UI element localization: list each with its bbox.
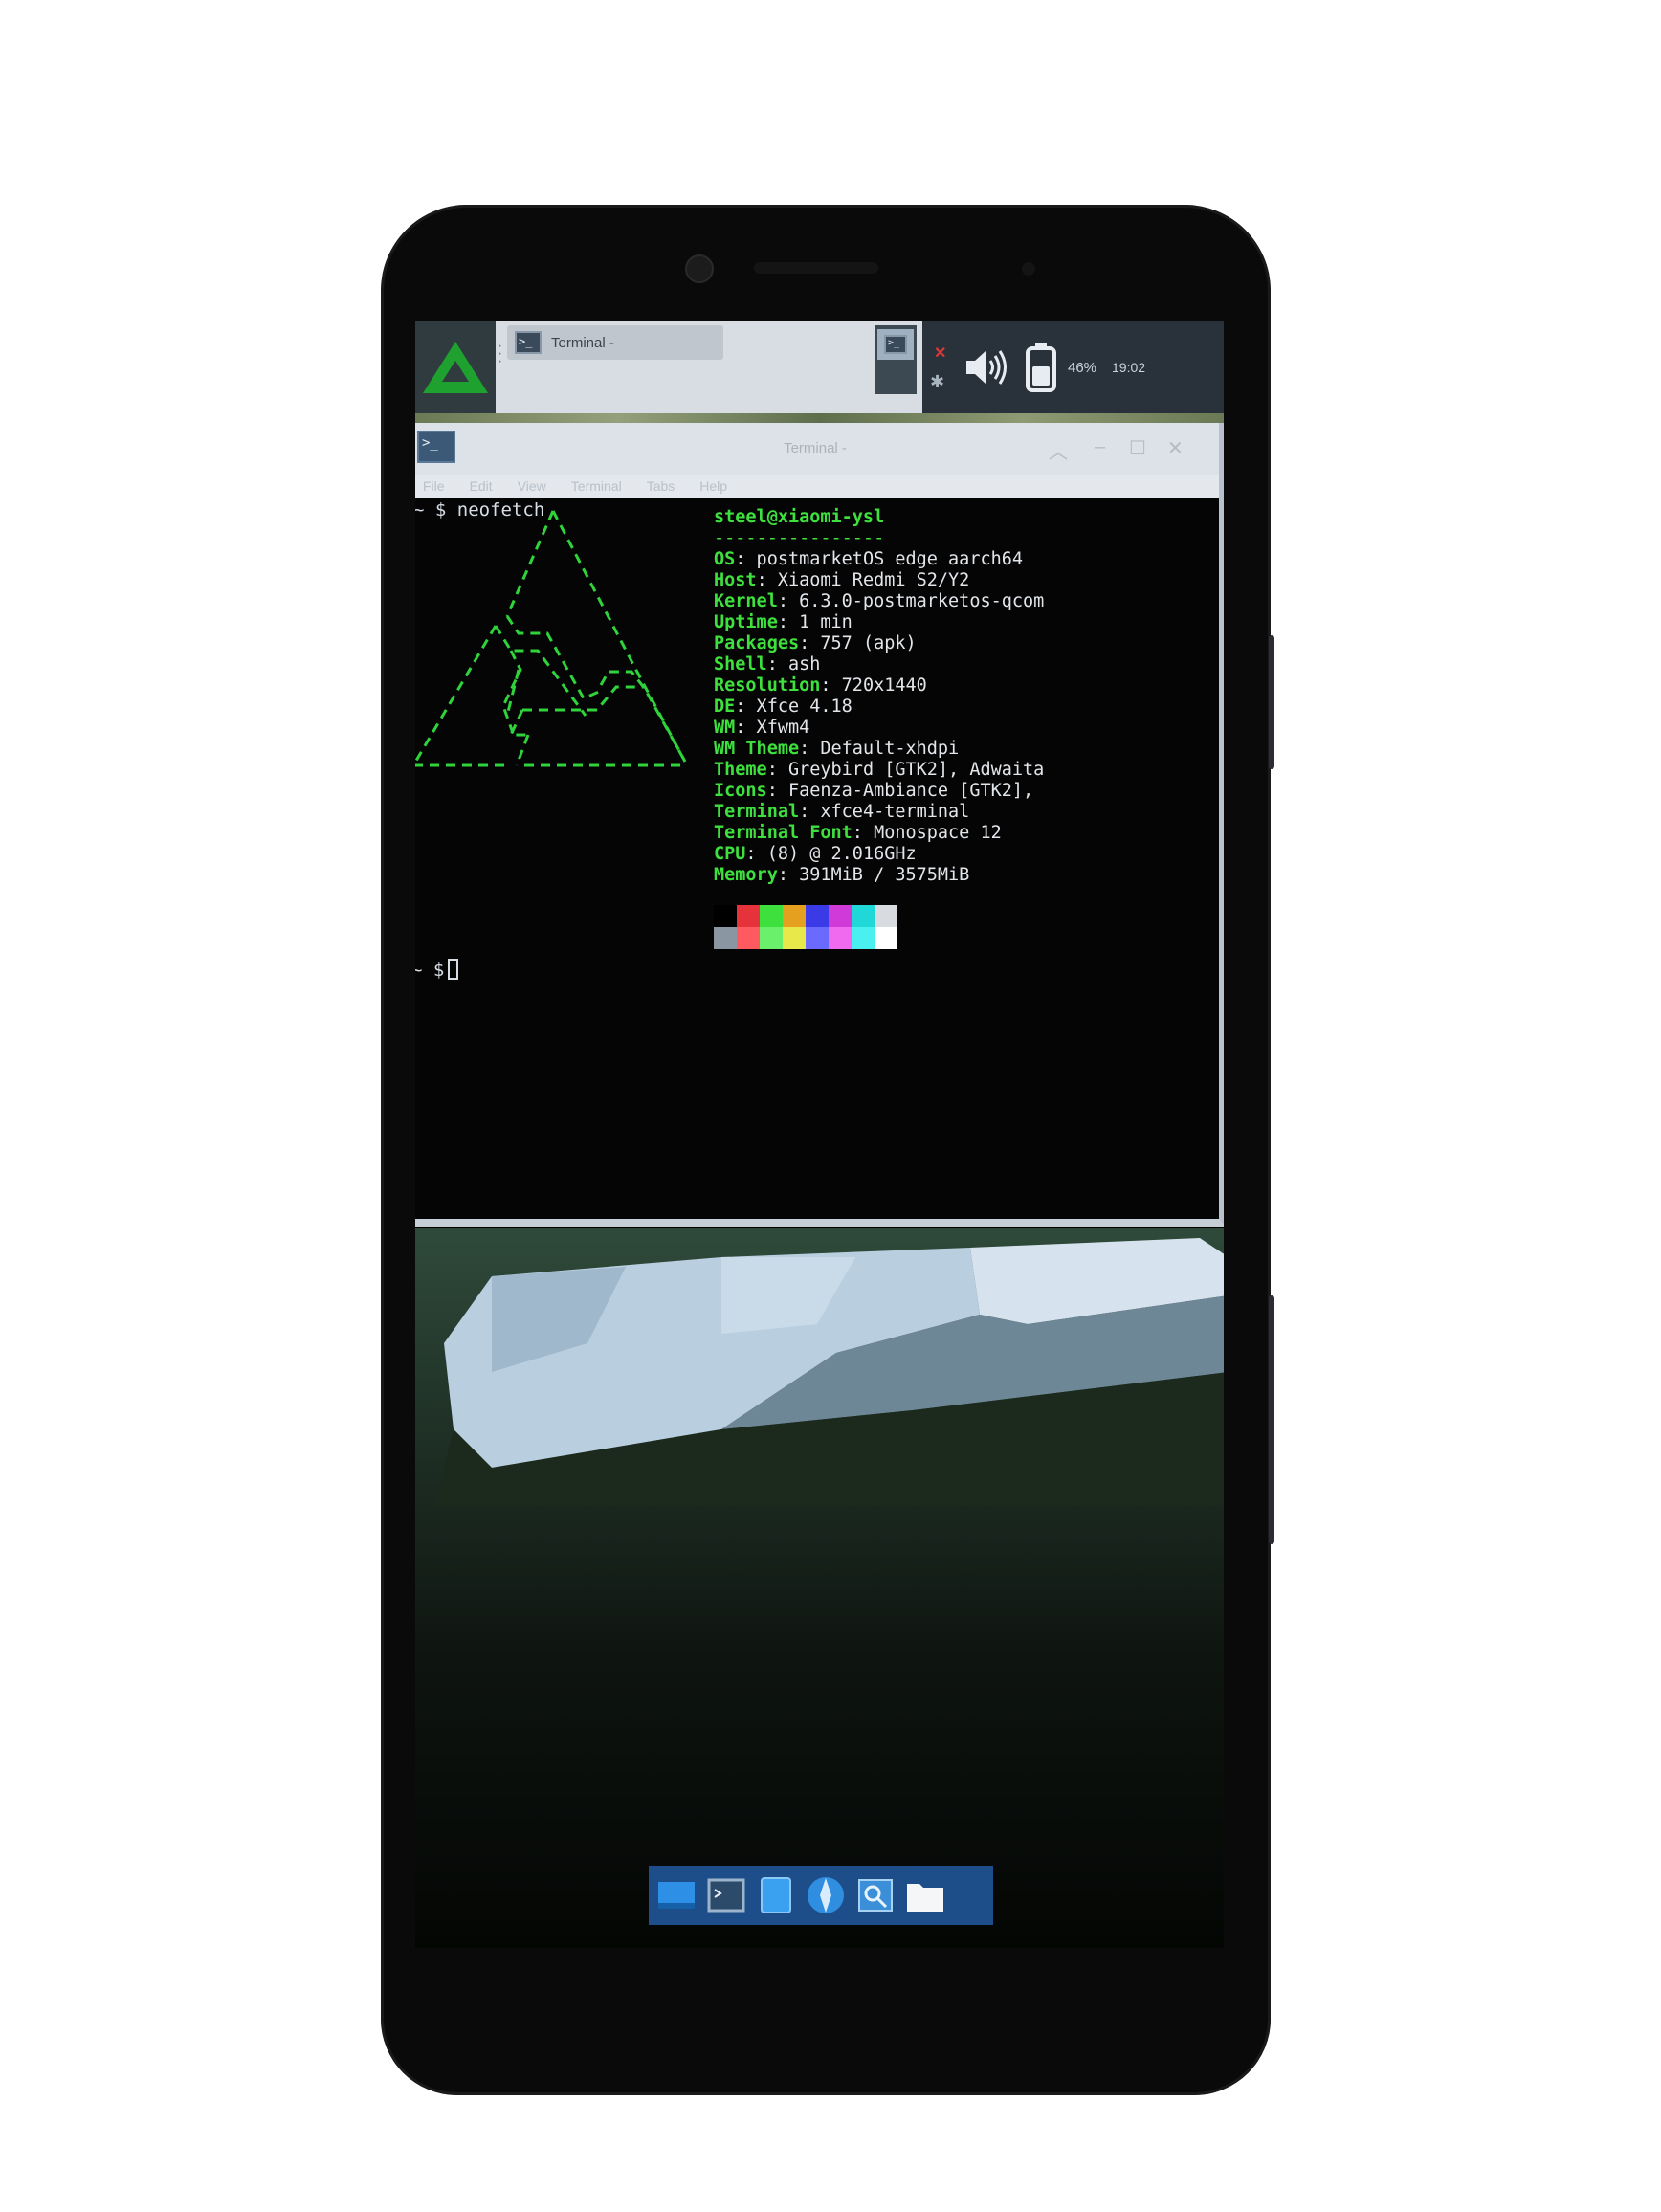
text-cursor (448, 959, 459, 980)
network-offline-icon[interactable]: ✕ ✱ (922, 334, 957, 401)
command-line: ~ $ (415, 959, 459, 981)
files-launcher[interactable] (754, 1873, 798, 1917)
palette-swatch (760, 905, 783, 927)
info-icons: Icons: Faenza-Ambiance [GTK2], (714, 781, 1034, 801)
info-host: Host: Xiaomi Redmi S2/Y2 (714, 570, 970, 590)
minimize-button[interactable]: – (1095, 436, 1105, 458)
menu-tabs[interactable]: Tabs (635, 475, 689, 498)
palette-swatch (783, 905, 806, 927)
info-packages: Packages: 757 (apk) (714, 633, 917, 653)
terminal-icon: >_ (884, 335, 907, 354)
terminal-window: >_ Terminal - ︿ – ☐ ✕ File Edit View Ter… (415, 423, 1224, 1227)
menu-view[interactable]: View (506, 475, 560, 498)
palette-swatch (737, 905, 760, 927)
menu-help[interactable]: Help (688, 475, 741, 498)
info-os: OS: postmarketOS edge aarch64 (714, 549, 1024, 569)
close-button[interactable]: ✕ (1167, 436, 1184, 460)
panel-grip[interactable]: · · · (498, 339, 503, 388)
palette-swatch (806, 927, 829, 949)
palette-swatch (806, 905, 829, 927)
volume-icon[interactable] (957, 339, 1014, 396)
palette-swatch (714, 905, 737, 927)
menubar: File Edit View Terminal Tabs Help (415, 475, 1219, 498)
window-titlebar[interactable]: >_ Terminal - ︿ – ☐ ✕ (415, 423, 1219, 475)
info-memory: Memory: 391MiB / 3575MiB (714, 865, 970, 885)
palette-swatch (875, 927, 897, 949)
palette-swatch (875, 905, 897, 927)
top-panel: · · · >_ Terminal - >_ ✕ ✱ 46% 19:02 (415, 321, 1224, 413)
terminal-icon (707, 1878, 745, 1913)
bluetooth-icon[interactable]: ✱ (930, 372, 944, 392)
maximize-button[interactable]: ☐ (1129, 436, 1146, 460)
battery-percentage: 46% (1068, 359, 1097, 376)
dock-panel (649, 1866, 993, 1925)
palette-swatch (737, 927, 760, 949)
show-desktop-button[interactable] (654, 1873, 698, 1917)
proximity-sensor (1022, 262, 1035, 276)
user-host: steel@xiaomi-ysl (714, 507, 885, 527)
desktop-wallpaper (415, 1228, 1224, 1948)
palette-swatch (829, 927, 852, 949)
info-uptime: Uptime: 1 min (714, 612, 853, 632)
info-terminal: Terminal: xfce4-terminal (714, 802, 970, 822)
app-finder-icon (858, 1879, 893, 1912)
folder-launcher[interactable] (903, 1873, 947, 1917)
app-finder-launcher[interactable] (853, 1873, 897, 1917)
volume-button (1269, 1295, 1274, 1544)
neofetch-info: steel@xiaomi-ysl ---------------- OS: po… (714, 507, 1044, 886)
postmarketos-ascii-logo (415, 510, 687, 767)
palette-swatch (714, 927, 737, 949)
web-browser-icon (808, 1877, 844, 1913)
front-camera (685, 254, 714, 283)
terminal-icon: >_ (515, 331, 542, 354)
info-terminal-font: Terminal Font: Monospace 12 (714, 823, 1002, 843)
separator: ---------------- (714, 528, 885, 548)
taskbar-item-terminal[interactable]: >_ Terminal - (507, 325, 723, 360)
applications-menu-button[interactable] (415, 321, 496, 413)
clock[interactable]: 19:02 (1112, 360, 1150, 375)
palette-swatch (783, 927, 806, 949)
screen: · · · >_ Terminal - >_ ✕ ✱ 46% 19:02 >_ … (415, 321, 1224, 1948)
menu-terminal[interactable]: Terminal (560, 475, 635, 498)
workspace-1[interactable]: >_ (877, 329, 914, 360)
info-shell: Shell: ash (714, 654, 821, 675)
info-wm: WM: Xfwm4 (714, 718, 810, 738)
taskbar-item-label: Terminal - (551, 334, 614, 351)
folder-icon (907, 1884, 943, 1912)
palette-swatch (829, 905, 852, 927)
power-button (1269, 635, 1274, 769)
menu-edit[interactable]: Edit (458, 475, 506, 498)
info-cpu: CPU: (8) @ 2.016GHz (714, 844, 917, 864)
palette-swatch (760, 927, 783, 949)
phone: · · · >_ Terminal - >_ ✕ ✱ 46% 19:02 >_ … (381, 205, 1274, 2095)
earpiece-speaker (754, 262, 878, 274)
palette-swatch (852, 905, 875, 927)
workspace-switcher[interactable]: >_ (875, 325, 917, 394)
info-kernel: Kernel: 6.3.0-postmarketos-qcom (714, 591, 1045, 611)
info-theme: Theme: Greybird [GTK2], Adwaita (714, 760, 1045, 780)
files-icon (761, 1877, 791, 1913)
show-desktop-icon (658, 1882, 695, 1909)
info-de: DE: Xfce 4.18 (714, 697, 853, 717)
wallpaper-stones (434, 1238, 1224, 1506)
terminal-output[interactable]: ~ $ neofetch steel@xiaomi-ysl ----------… (415, 498, 1219, 1219)
web-browser-launcher[interactable] (804, 1873, 848, 1917)
battery-icon[interactable] (1014, 334, 1068, 401)
info-resolution: Resolution: 720x1440 (714, 675, 927, 696)
postmarketos-logo-icon (423, 342, 488, 393)
menu-file[interactable]: File (415, 475, 458, 498)
system-tray: ✕ ✱ 46% 19:02 (922, 321, 1224, 413)
info-wm-theme: WM Theme: Default-xhdpi (714, 739, 960, 759)
shade-button[interactable]: ︿ (1049, 436, 1068, 464)
terminal-launcher[interactable] (704, 1873, 748, 1917)
palette-swatch (852, 927, 875, 949)
